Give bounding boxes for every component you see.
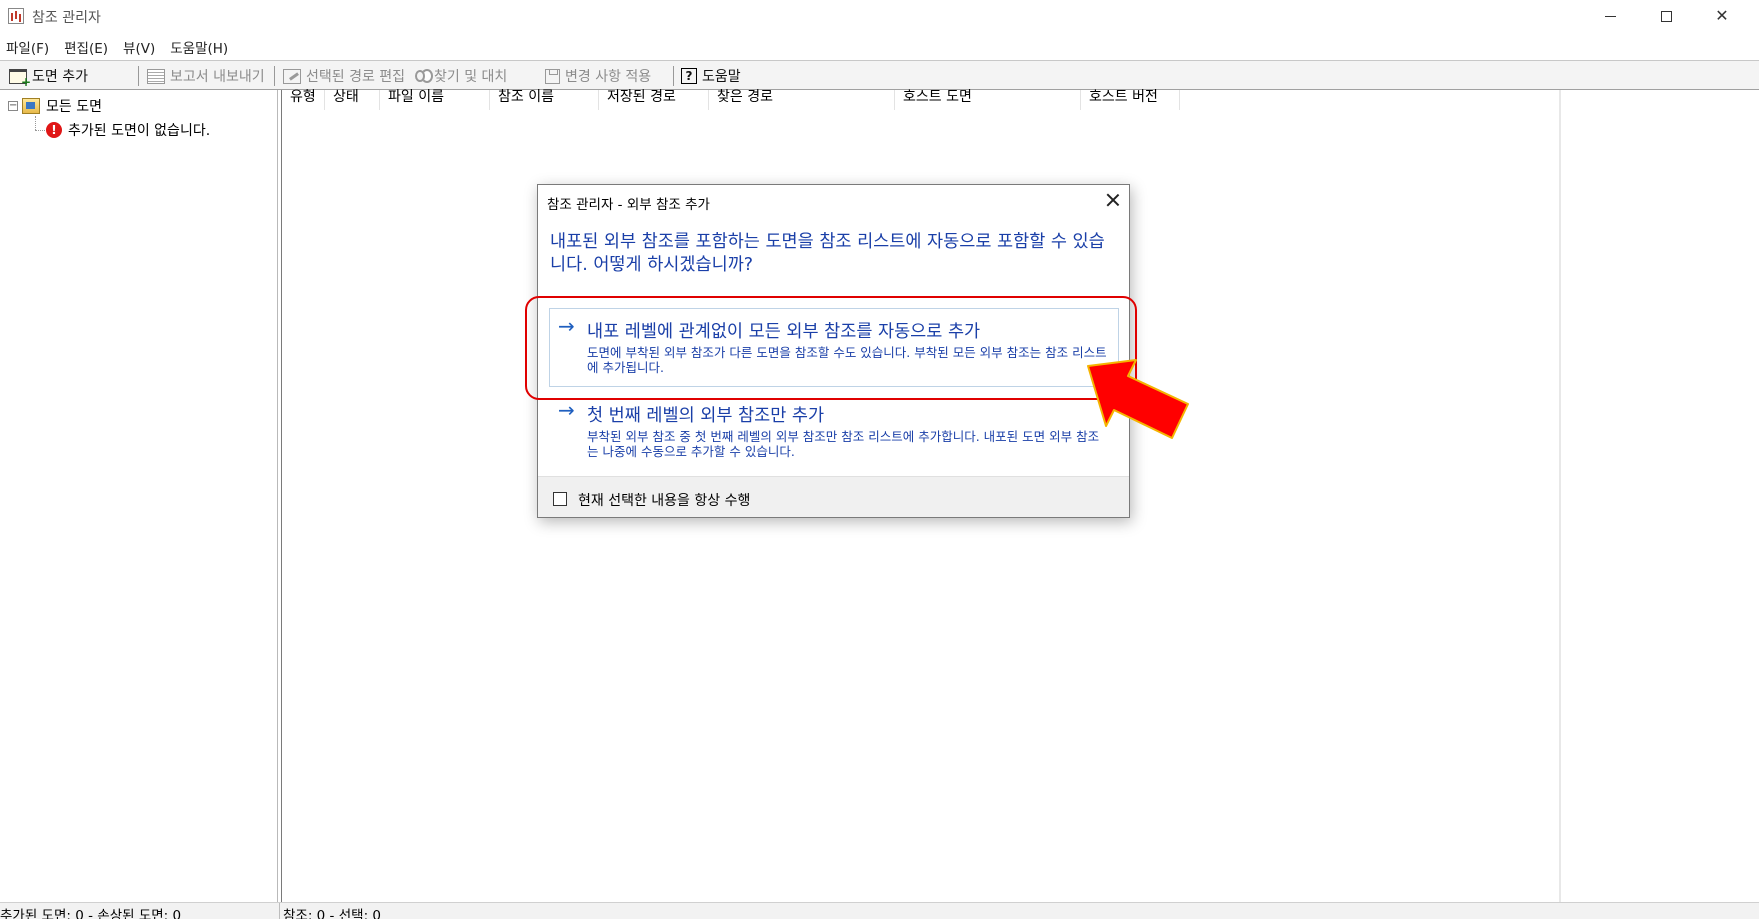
always-do-label[interactable]: 현재 선택한 내용을 항상 수행 (578, 490, 750, 510)
maximize-button[interactable] (1638, 0, 1694, 32)
title-bar: 참조 관리자 ✕ (0, 0, 1759, 32)
option-first-level-title: 첫 번째 레벨의 외부 참조만 추가 (587, 406, 825, 426)
tree-empty-label: 추가된 도면이 없습니다. (68, 123, 211, 139)
column-file-name[interactable]: 파일 이름 (380, 90, 490, 110)
help-icon: ? (681, 68, 697, 84)
window-title: 참조 관리자 (32, 10, 101, 26)
arrow-right-icon: → (558, 314, 575, 338)
menu-edit[interactable]: 편집(E) (58, 34, 117, 57)
tree-connector (35, 116, 36, 130)
tree-item-empty[interactable]: ! 추가된 도면이 없습니다. (46, 120, 210, 140)
toolbar-separator (138, 66, 139, 86)
column-host-version[interactable]: 호스트 버전 (1081, 90, 1180, 110)
menu-help[interactable]: 도움말(H) (164, 34, 237, 57)
drawings-folder-icon (22, 98, 40, 114)
dialog-title: 참조 관리자 - 외부 참조 추가 (547, 197, 710, 213)
report-icon (147, 68, 165, 84)
always-do-checkbox[interactable] (553, 492, 567, 506)
column-found-path[interactable]: 찾은 경로 (709, 90, 895, 110)
status-separator (279, 903, 280, 919)
option-add-all-title: 내포 레벨에 관계없이 모든 외부 참조를 자동으로 추가 (587, 322, 981, 342)
option-add-all-xrefs[interactable]: → 내포 레벨에 관계없이 모든 외부 참조를 자동으로 추가 도면에 부착된 … (549, 308, 1119, 387)
status-bar: 추가된 도면: 0 - 손상된 도면: 0 참조: 0 - 선택: 0 (0, 902, 1759, 919)
export-report-button[interactable]: 보고서 내보내기 (147, 65, 265, 87)
tree-root-all-drawings[interactable]: − 모든 도면 (8, 96, 102, 116)
minimize-button[interactable] (1582, 0, 1638, 32)
menu-bar: 파일(F) 편집(E) 뷰(V) 도움말(H) (0, 34, 237, 57)
add-folder-icon (9, 68, 31, 89)
export-report-label: 보고서 내보내기 (170, 69, 265, 85)
column-host-drawing[interactable]: 호스트 도면 (895, 90, 1081, 110)
add-xref-dialog: 참조 관리자 - 외부 참조 추가 내포된 외부 참조를 포함하는 도면을 참조… (537, 184, 1130, 518)
menu-view[interactable]: 뷰(V) (117, 34, 164, 57)
add-drawing-label: 도면 추가 (32, 69, 88, 85)
edit-path-icon (283, 68, 301, 84)
edit-path-button[interactable]: 선택된 경로 편집 (283, 65, 405, 87)
binoculars-icon (415, 70, 425, 82)
list-header: 유형 상태 파일 이름 참조 이름 저장된 경로 찾은 경로 호스트 도면 호스… (282, 90, 1180, 110)
close-window-button[interactable]: ✕ (1694, 0, 1750, 32)
tree-connector (35, 130, 45, 131)
app-icon (8, 8, 24, 24)
dialog-close-button[interactable] (1104, 191, 1122, 209)
find-replace-label: 찾기 및 대치 (434, 69, 508, 85)
option-first-level-note: 부착된 외부 참조 중 첫 번째 레벨의 외부 참조만 참조 리스트에 추가합니… (587, 429, 1100, 459)
apply-changes-button[interactable]: 변경 사항 적용 (545, 65, 651, 87)
help-label: 도움말 (702, 69, 741, 85)
column-reference-name[interactable]: 참조 이름 (490, 90, 599, 110)
toolbar-separator (673, 66, 674, 86)
close-icon: ✕ (1715, 6, 1729, 25)
column-saved-path[interactable]: 저장된 경로 (599, 90, 709, 110)
window-edge (1559, 90, 1561, 902)
dialog-instruction: 내포된 외부 참조를 포함하는 도면을 참조 리스트에 자동으로 포함할 수 있… (550, 232, 1105, 275)
status-references: 참조: 0 - 선택: 0 (283, 908, 381, 919)
status-drawings: 추가된 도면: 0 - 손상된 도면: 0 (0, 908, 182, 919)
drawing-tree: − 모든 도면 ! 추가된 도면이 없습니다. (0, 90, 278, 902)
toolbar: 도면 추가 보고서 내보내기 선택된 경로 편집 찾기 및 대치 변경 사항 적… (0, 60, 1759, 90)
find-replace-button[interactable]: 찾기 및 대치 (415, 65, 507, 87)
minimize-icon (1604, 16, 1616, 17)
column-type[interactable]: 유형 (282, 90, 325, 110)
save-icon (545, 68, 560, 84)
arrow-right-icon: → (558, 398, 575, 422)
help-button[interactable]: ? 도움말 (681, 65, 741, 87)
option-add-all-note: 도면에 부착된 외부 참조가 다른 도면을 참조할 수도 있습니다. 부착된 모… (587, 345, 1107, 375)
menu-file[interactable]: 파일(F) (0, 34, 58, 57)
edit-path-label: 선택된 경로 편집 (306, 69, 406, 85)
toolbar-separator (274, 66, 275, 86)
error-icon: ! (46, 122, 62, 138)
tree-root-label: 모든 도면 (46, 99, 102, 115)
dialog-footer: 현재 선택한 내용을 항상 수행 (538, 476, 1129, 517)
collapse-icon[interactable]: − (8, 101, 18, 111)
add-drawing-button[interactable]: 도면 추가 (9, 65, 88, 89)
column-status[interactable]: 상태 (325, 90, 380, 110)
apply-changes-label: 변경 사항 적용 (565, 69, 652, 85)
maximize-icon (1660, 11, 1672, 22)
option-add-first-level[interactable]: → 첫 번째 레벨의 외부 참조만 추가 부착된 외부 참조 중 첫 번째 레벨… (549, 396, 1119, 470)
